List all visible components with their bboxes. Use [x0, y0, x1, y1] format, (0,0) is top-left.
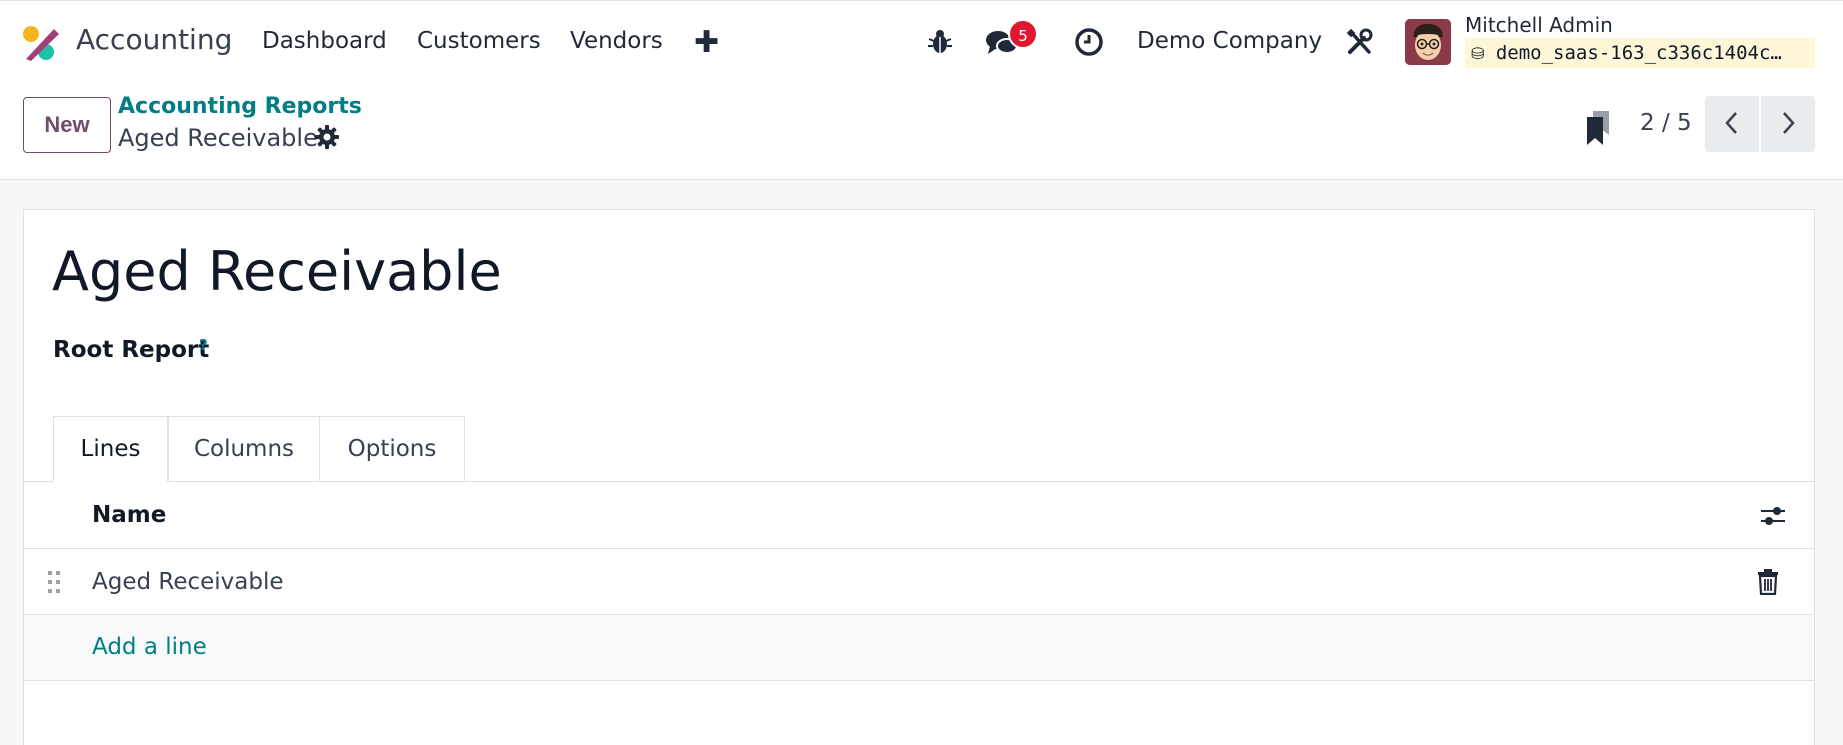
chevron-right-icon — [1783, 111, 1795, 134]
column-header-name[interactable]: Name — [92, 502, 166, 528]
tools-icon[interactable] — [1345, 27, 1375, 57]
breadcrumb-current: Aged Receivable — [118, 124, 318, 152]
menu-dashboard[interactable]: Dashboard — [262, 28, 387, 54]
table-row[interactable]: Aged Receivable — [24, 549, 1814, 615]
database-name: ⛁ demo_saas-163_c336c1404c… — [1465, 38, 1815, 68]
user-avatar[interactable] — [1405, 19, 1451, 65]
drag-handle-icon[interactable] — [46, 569, 62, 595]
tab-options[interactable]: Options — [319, 416, 465, 482]
add-line-link[interactable]: Add a line — [92, 634, 207, 660]
clock-icon[interactable] — [1074, 27, 1104, 57]
user-name[interactable]: Mitchell Admin — [1465, 13, 1613, 37]
top-navbar: Accounting Dashboard Customers Vendors ✚… — [0, 0, 1843, 82]
optional-columns-icon[interactable] — [1759, 503, 1787, 529]
menu-vendors[interactable]: Vendors — [570, 28, 663, 54]
pager-next-button[interactable] — [1761, 96, 1815, 152]
line-name[interactable]: Aged Receivable — [92, 569, 284, 595]
trash-icon[interactable] — [1757, 569, 1779, 595]
root-report-label: Root Report — [53, 337, 210, 363]
plus-icon[interactable]: ✚ — [694, 25, 719, 60]
pager-value[interactable]: 2 / 5 — [1640, 110, 1692, 136]
bug-icon[interactable] — [925, 27, 955, 57]
bookmark-icon[interactable] — [1585, 109, 1611, 147]
breadcrumb-accounting-reports[interactable]: Accounting Reports — [118, 94, 362, 119]
messages-count-badge: 5 — [1008, 19, 1038, 49]
database-label: demo_saas-163_c336c1404c… — [1495, 42, 1782, 64]
app-name[interactable]: Accounting — [76, 23, 232, 56]
company-switcher[interactable]: Demo Company — [1137, 28, 1322, 54]
tab-columns[interactable]: Columns — [168, 416, 320, 482]
accounting-logo-icon[interactable] — [22, 25, 60, 61]
control-panel: New Accounting Reports Aged Receivable 2… — [0, 82, 1843, 180]
chevron-left-icon — [1725, 111, 1737, 134]
new-button[interactable]: New — [23, 97, 111, 153]
menu-customers[interactable]: Customers — [417, 28, 541, 54]
pager-previous-button[interactable] — [1705, 96, 1759, 152]
list-header: Name — [24, 482, 1814, 549]
tab-lines[interactable]: Lines — [53, 416, 168, 482]
database-icon: ⛁ — [1471, 44, 1485, 63]
form-sheet: Aged Receivable Root Report ? Lines Colu… — [23, 209, 1815, 745]
help-tooltip-icon[interactable]: ? — [199, 336, 208, 354]
report-name[interactable]: Aged Receivable — [52, 240, 502, 303]
add-line-row: Add a line — [24, 615, 1814, 681]
gear-icon[interactable] — [314, 124, 340, 150]
